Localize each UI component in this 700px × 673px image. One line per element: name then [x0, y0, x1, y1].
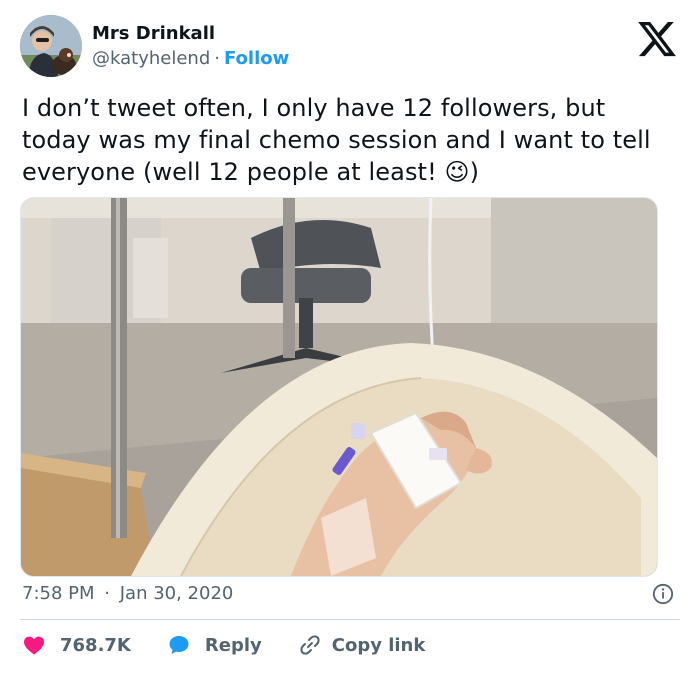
- like-button[interactable]: 768.7K: [22, 633, 131, 657]
- link-icon: [300, 635, 320, 655]
- display-name[interactable]: Mrs Drinkall: [92, 22, 215, 46]
- separator: ·: [214, 48, 220, 69]
- reply-label: Reply: [204, 634, 262, 656]
- reply-button[interactable]: Reply: [167, 633, 262, 657]
- tweet-photo[interactable]: [20, 197, 658, 577]
- user-handle[interactable]: @katyhelend: [92, 48, 210, 69]
- copy-link-button[interactable]: Copy link: [298, 633, 426, 657]
- x-logo-icon[interactable]: [636, 18, 678, 60]
- timestamp[interactable]: 7:58 PM · Jan 30, 2020: [22, 582, 233, 606]
- copy-link-label: Copy link: [331, 634, 426, 656]
- avatar[interactable]: [20, 15, 82, 77]
- chemo-hand-photo: [21, 198, 657, 576]
- like-count: 768.7K: [60, 634, 131, 656]
- tweet-time: 7:58 PM: [22, 583, 95, 604]
- divider: [20, 619, 680, 620]
- action-bar: 768.7K Reply Copy link: [22, 632, 461, 658]
- tweet-text: I don’t tweet often, I only have 12 foll…: [22, 94, 651, 186]
- heart-icon: [24, 636, 44, 655]
- speech-bubble-icon: [169, 636, 189, 654]
- separator: ·: [104, 583, 110, 604]
- follow-link[interactable]: Follow: [224, 48, 289, 69]
- avatar-photo: [20, 15, 82, 77]
- handle-row: @katyhelend · Follow: [92, 47, 289, 71]
- tweet-date: Jan 30, 2020: [119, 583, 234, 604]
- info-icon[interactable]: [652, 583, 674, 605]
- tweet-card: Mrs Drinkall @katyhelend · Follow I don’t …: [0, 0, 700, 673]
